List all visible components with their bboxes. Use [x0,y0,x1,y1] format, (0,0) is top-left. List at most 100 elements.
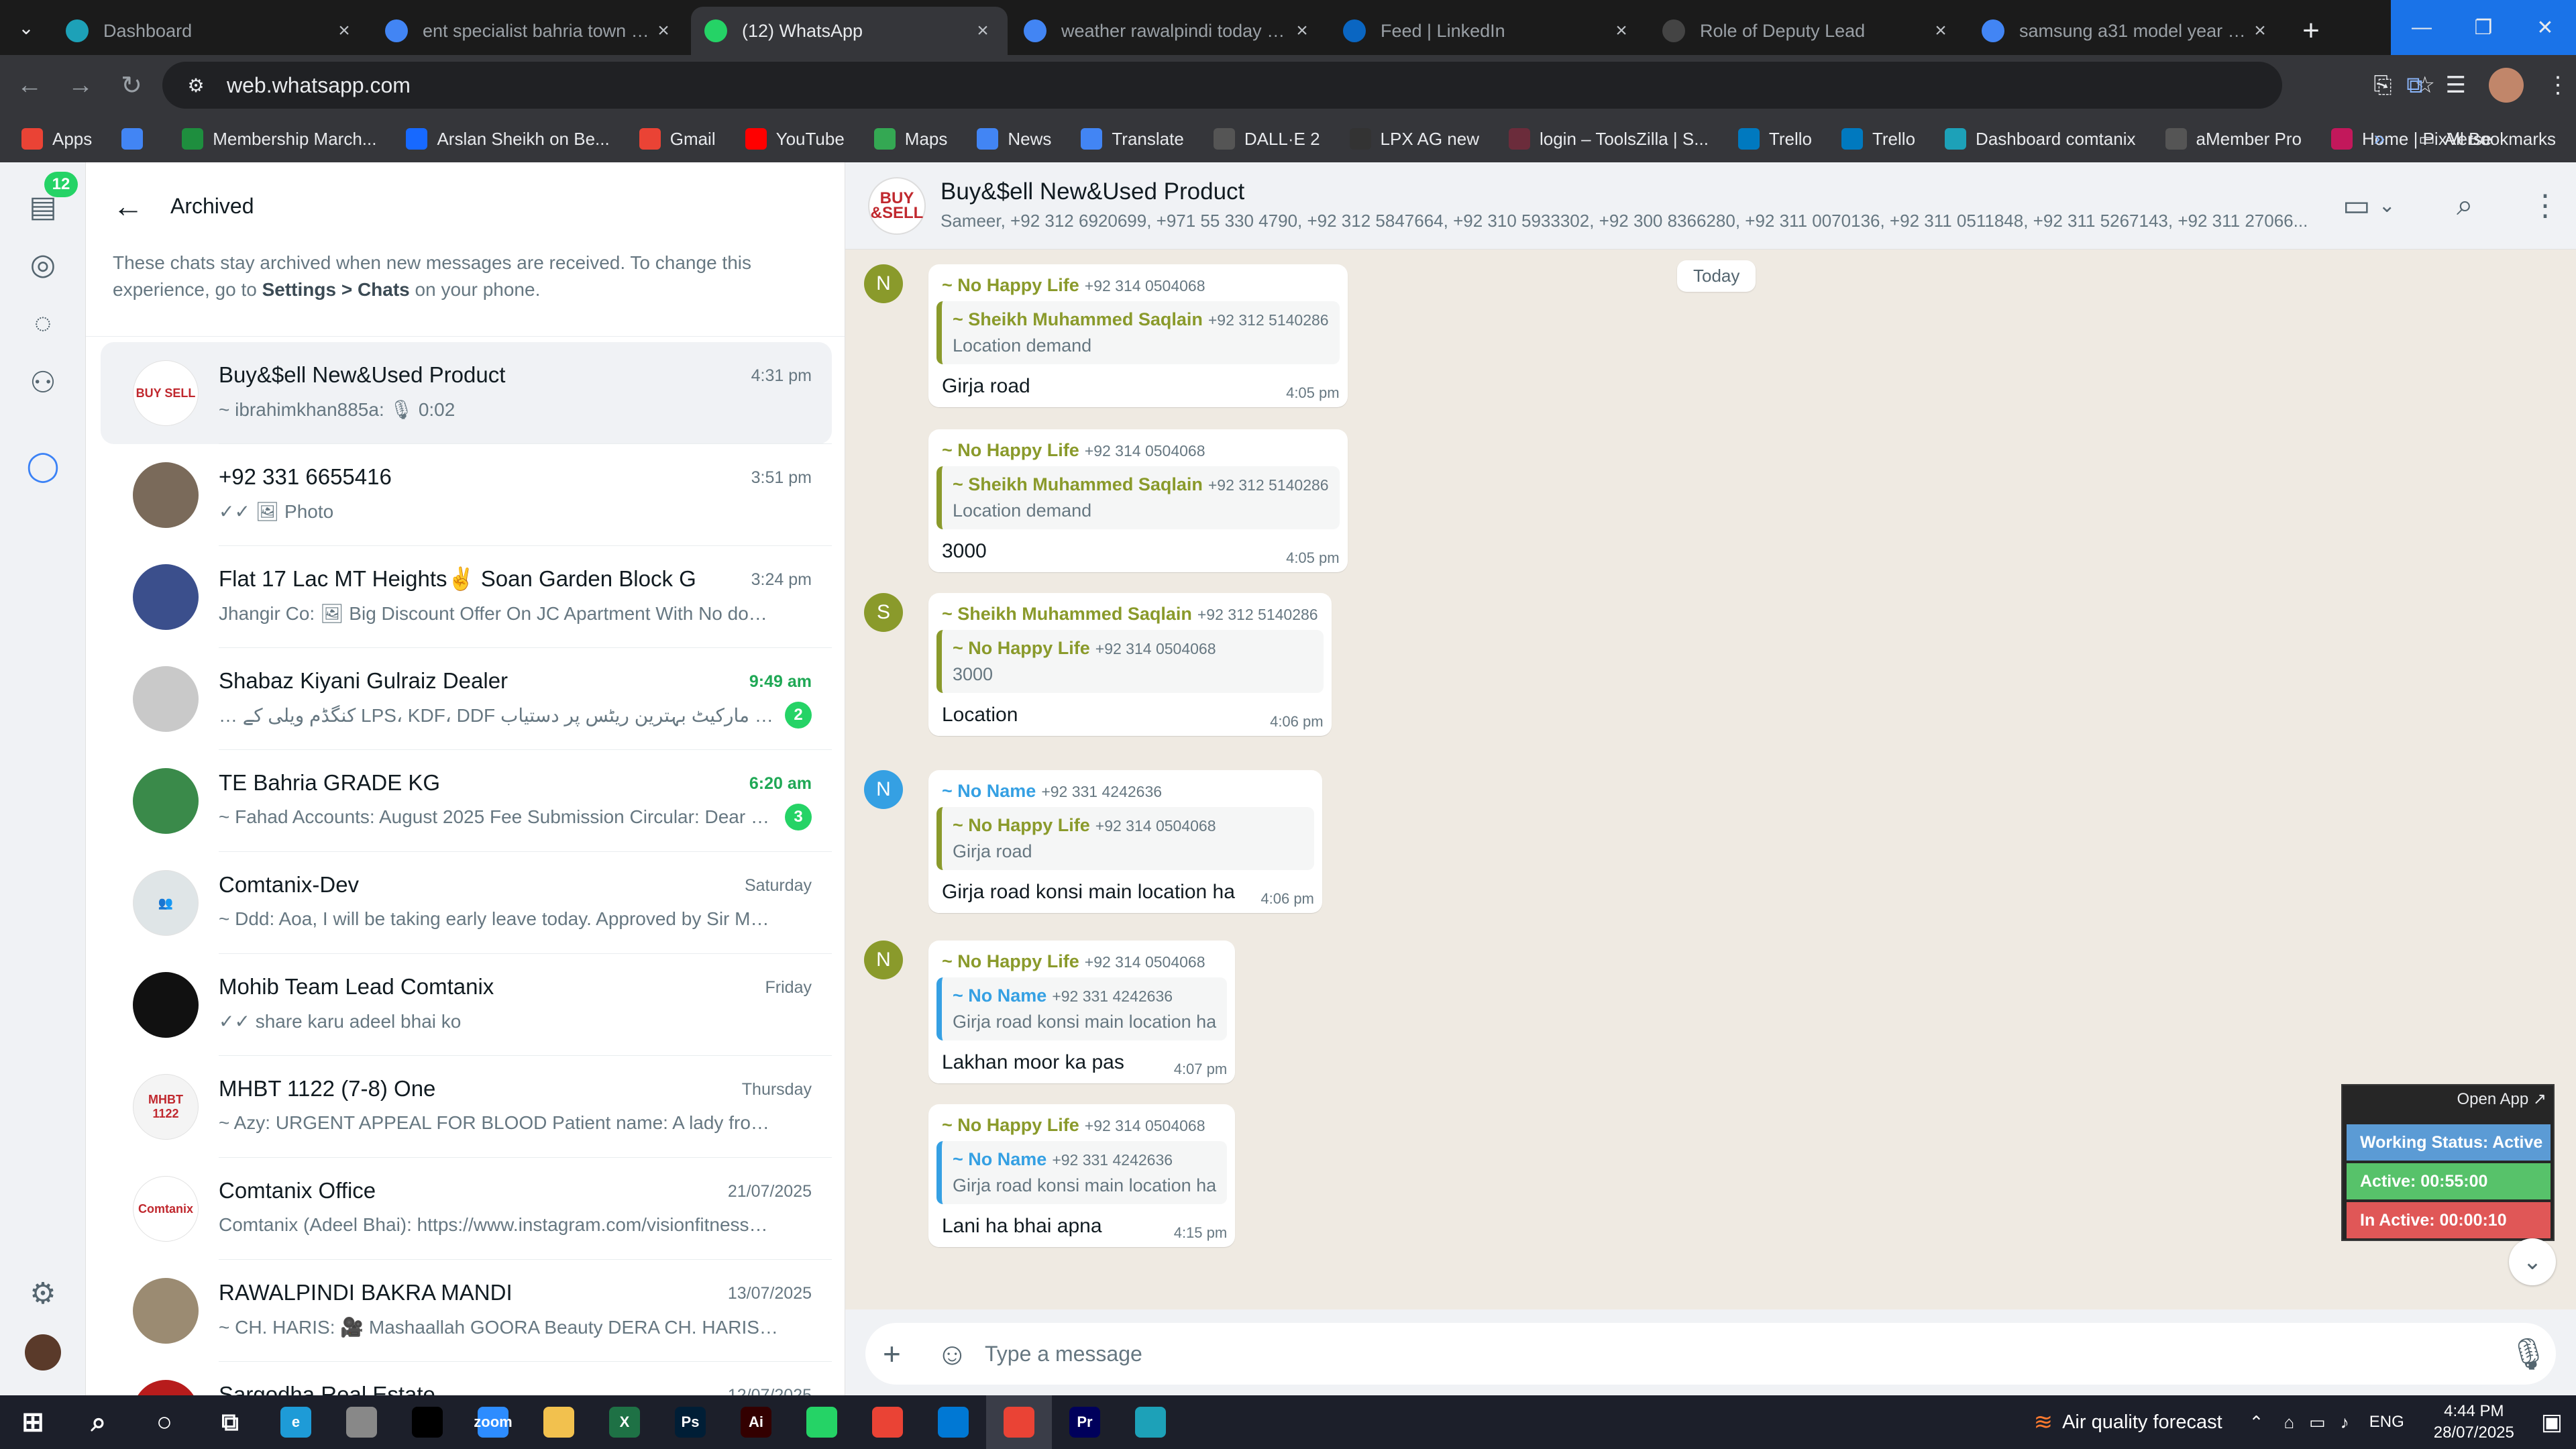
taskbar-vscode[interactable] [920,1395,986,1449]
bookmark-item[interactable]: LPX AG new [1349,128,1479,150]
conversation-header[interactable]: BUY &SELL Buy&$ell New&Used Product Samee… [845,162,2576,250]
quoted-message[interactable]: ~ No Name +92 331 4242636 Girja road konsi… [936,977,1228,1040]
extensions-icon[interactable]: ⧉ [2406,72,2422,99]
chat-list-item[interactable]: Comtanix Comtanix Office 21/07/2025 Comtani… [101,1158,832,1260]
close-tab-icon[interactable]: × [652,19,675,42]
bookmark-item[interactable]: aMember Pro [2165,128,2302,150]
meta-ai-icon[interactable]: ◯ [23,445,63,486]
weather-icon[interactable]: ≋ [2034,1409,2053,1436]
chat-list-item[interactable]: RAWALPINDI BAKRA MANDI 13/07/2025 ~ CH. HA… [101,1260,832,1362]
quoted-message[interactable]: ~ Sheikh Muhammed Saqlain +92 312 5140286… [936,466,1340,529]
menu-button[interactable]: ⋮ [2530,185,2560,225]
sender-avatar[interactable]: N [864,264,903,303]
close-tab-icon[interactable]: × [971,19,994,42]
taskbar-zoom[interactable]: zoom [460,1395,526,1449]
chat-list-item[interactable]: Mohib Team Lead Comtanix Friday ✓✓ share k… [101,954,832,1056]
bookmark-item[interactable]: Dashboard comtanix [1945,128,2136,150]
taskbar-cortana[interactable]: ○ [131,1395,197,1449]
quoted-message[interactable]: ~ No Happy Life +92 314 0504068 Girja road [936,807,1314,870]
bookmark-item[interactable]: Gmail [639,128,716,150]
message-sender[interactable]: ~ No Happy Life +92 314 0504068 [936,947,1227,977]
taskbar-illustrator[interactable]: Ai [723,1395,789,1449]
bookmark-item[interactable]: Trello [1737,128,1812,150]
taskbar-chrome-active[interactable] [986,1395,1052,1449]
reload-button[interactable]: ↻ [106,60,157,111]
browser-tab[interactable]: ent specialist bahria town rawalpindi× [372,7,688,55]
browser-tab[interactable]: Feed | LinkedIn × [1330,7,1646,55]
site-info-icon[interactable]: ⚙ [182,72,209,99]
taskbar-chrome[interactable] [855,1395,920,1449]
forward-button[interactable]: → [55,60,106,111]
bookmark-item[interactable]: Trello [1841,128,1915,150]
group-avatar[interactable]: BUY &SELL [868,177,926,235]
bookmark-item[interactable]: Translate [1081,128,1184,150]
message-sender[interactable]: ~ No Name +92 331 4242636 [936,777,1314,807]
browser-tab[interactable]: samsung a31 model year - Google Search× [1968,7,2285,55]
bookmark-item[interactable]: Arslan Sheikh on Be... [406,128,610,150]
bookmark-item[interactable]: login – ToolsZilla | S... [1508,128,1709,150]
taskbar-tool[interactable] [1118,1395,1183,1449]
chat-list-item[interactable]: Sargodha Real Estate 12/07/2025 [101,1362,832,1395]
notifications-icon[interactable]: ▣ [2541,1409,2563,1436]
sender-avatar[interactable]: N [864,770,903,809]
tab-search-button[interactable]: ⌄ [0,0,52,55]
network-icon[interactable]: ▭ [2309,1412,2326,1433]
language-label[interactable]: ENG [2369,1413,2404,1432]
browser-tab[interactable]: Dashboard × [52,7,369,55]
taskbar-premiere[interactable]: Pr [1052,1395,1118,1449]
taskbar-edge[interactable]: e [263,1395,329,1449]
status-icon[interactable]: ◎ [23,244,63,284]
search-button[interactable]: ⌕ [2457,185,2473,225]
bookmark-item[interactable]: DALL·E 2 [1213,128,1320,150]
meet-icon[interactable]: ⌂ [2284,1412,2294,1433]
close-tab-icon[interactable]: × [1291,19,1313,42]
chevron-double-right-icon[interactable]: » [2374,127,2385,150]
message-bubble[interactable]: S ~ Sheikh Muhammed Saqlain +92 312 514028… [864,593,1332,736]
message-bubble[interactable]: ~ No Happy Life +92 314 0504068 ~ No Name +… [928,1104,1236,1247]
browser-tab[interactable]: weather rawalpindi today - Google Search… [1010,7,1327,55]
chat-list-item[interactable]: TE Bahria GRADE KG 6:20 am ~ Fahad Account… [101,750,832,852]
taskbar-excel[interactable]: X [592,1395,657,1449]
sender-avatar[interactable]: S [864,593,903,632]
chat-list-item[interactable]: Shabaz Kiyani Gulraiz Dealer 9:49 am … کنگ… [101,648,832,750]
message-bubble[interactable]: ~ No Happy Life +92 314 0504068 ~ Sheikh M… [928,429,1348,572]
scroll-to-bottom-button[interactable]: ⌄ [2509,1238,2556,1285]
close-tab-icon[interactable]: × [2249,19,2271,42]
bookmark-item[interactable]: YouTube [745,128,845,150]
install-app-icon[interactable]: ⎘ [2373,72,2392,99]
chat-list-item[interactable]: 👥 Comtanix-Dev Saturday ~ Ddd: Aoa, I will … [101,852,832,954]
sender-avatar[interactable]: N [864,941,903,979]
communities-icon[interactable]: ⚇ [23,362,63,402]
browser-tab[interactable]: (12) WhatsApp × [691,7,1008,55]
bookmark-item[interactable]: Membership March... [182,128,376,150]
message-sender[interactable]: ~ No Happy Life +92 314 0504068 [936,271,1340,301]
message-bubble[interactable]: N ~ No Happy Life +92 314 0504068 ~ No Name… [864,941,1236,1083]
message-input[interactable]: Type a message [985,1323,1142,1385]
taskbar-terminal[interactable] [394,1395,460,1449]
bookmark-item[interactable]: Maps [873,128,947,150]
air-quality-label[interactable]: Air quality forecast [2062,1411,2222,1434]
profile-avatar[interactable] [2489,68,2524,103]
chat-list-item[interactable]: +92 331 6655416 3:51 pm ✓✓ 🖼 Photo [101,444,832,546]
address-bar[interactable]: ⚙ web.whatsapp.com [162,62,2282,109]
new-tab-button[interactable]: + [2288,7,2334,55]
back-button[interactable]: ← [4,60,55,111]
chat-list-item[interactable]: MHBT 1122 MHBT 1122 (7-8) One Thursday ~ Az… [101,1056,832,1158]
taskbar-start[interactable]: ⊞ [0,1395,66,1449]
menu-kebab-icon[interactable]: ⋮ [2546,72,2569,99]
quoted-message[interactable]: ~ No Name +92 331 4242636 Girja road konsi… [936,1141,1228,1204]
chat-list-item[interactable]: Flat 17 Lac MT Heights✌️ Soan Garden Blo… [101,546,832,648]
browser-tab[interactable]: Role of Deputy Lead × [1649,7,1966,55]
microphone-icon[interactable]: 🎙 [2509,1323,2548,1385]
taskbar-phone[interactable] [789,1395,855,1449]
taskbar-photoshop[interactable]: Ps [657,1395,723,1449]
quoted-message[interactable]: ~ No Happy Life +92 314 0504068 3000 [936,630,1324,693]
channels-icon[interactable]: ◌ [23,303,63,343]
taskbar-pen[interactable] [329,1395,394,1449]
message-sender[interactable]: ~ No Happy Life +92 314 0504068 [936,1111,1227,1141]
volume-icon[interactable]: ♪ [2341,1412,2349,1433]
taskbar-task-view[interactable]: ⧉ [197,1395,263,1449]
emoji-sticker-icon[interactable]: ☺ [936,1323,968,1385]
open-app-link[interactable]: Open App ↗ [2457,1089,2546,1109]
profile-avatar[interactable] [23,1332,63,1373]
